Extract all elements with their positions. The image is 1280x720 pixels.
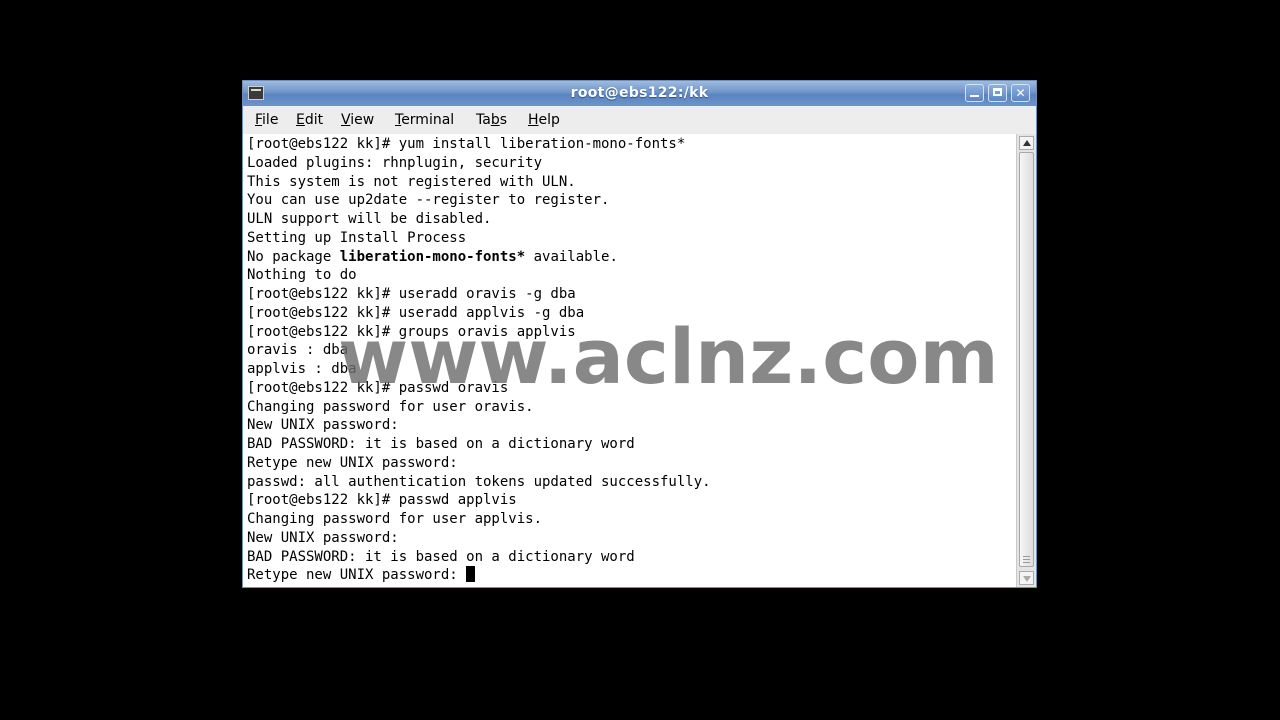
arrow-up-icon — [1023, 140, 1031, 146]
terminal-line: [root@ebs122 kk]# useradd applvis -g dba — [247, 304, 585, 321]
menu-edit[interactable]: Edit — [296, 112, 323, 128]
terminal-line: New UNIX password: — [247, 417, 399, 434]
title-bar[interactable]: root@ebs122:/kk ✕ — [243, 81, 1036, 106]
terminal-line: Loaded plugins: rhnplugin, security — [247, 154, 543, 171]
terminal-line: No package liberation-mono-fonts* availa… — [247, 248, 618, 265]
grip-line — [1023, 556, 1030, 557]
bold-package-name: liberation-mono-fonts* — [339, 248, 526, 265]
maximize-icon — [993, 88, 1002, 96]
maximize-button[interactable] — [988, 84, 1007, 102]
menu-file[interactable]: File — [255, 112, 278, 128]
window-title: root@ebs122:/kk — [570, 85, 709, 101]
scroll-thumb[interactable] — [1019, 152, 1034, 567]
grip-line — [1023, 559, 1030, 560]
vertical-scrollbar[interactable] — [1016, 134, 1036, 587]
terminal-line: Setting up Install Process — [247, 229, 467, 246]
terminal-window: root@ebs122:/kk ✕ File Edit View Terminal Ta… — [242, 80, 1037, 588]
terminal-line: [root@ebs122 kk]# useradd oravis -g dba — [247, 286, 576, 302]
terminal-line: oravis : dba — [247, 342, 349, 359]
close-button[interactable]: ✕ — [1011, 84, 1030, 102]
menu-help[interactable]: Help — [528, 112, 560, 128]
terminal-line: applvis : dba — [247, 361, 357, 377]
text-cursor — [466, 566, 476, 583]
terminal-line: [root@ebs122 kk]# passwd oravis — [247, 379, 509, 396]
terminal-line: New UNIX password: — [247, 529, 399, 546]
terminal-line: Changing password for user oravis. — [247, 398, 534, 415]
grip-line — [1023, 562, 1030, 563]
minimize-button[interactable] — [965, 84, 984, 102]
terminal-output[interactable]: [root@ebs122 kk]# yum install liberation… — [243, 134, 1016, 587]
scroll-down-button[interactable] — [1019, 571, 1034, 585]
terminal-line: [root@ebs122 kk]# groups oravis applvis — [247, 323, 576, 340]
terminal-line: ULN support will be disabled. — [247, 211, 492, 227]
menu-terminal[interactable]: Terminal — [395, 112, 454, 128]
menu-bar: File Edit View Terminal Tabs Help — [243, 106, 1036, 134]
terminal-line: [root@ebs122 kk]# yum install liberation… — [247, 136, 686, 152]
terminal-line: BAD PASSWORD: it is based on a dictionar… — [247, 436, 635, 452]
minimize-icon — [970, 95, 979, 97]
terminal-line: Nothing to do — [247, 267, 357, 284]
terminal-line: This system is not registered with ULN. — [247, 173, 576, 190]
terminal-line: Retype new UNIX password: — [247, 454, 458, 471]
terminal-line: [root@ebs122 kk]# passwd applvis — [247, 492, 517, 509]
terminal-line: Retype new UNIX password: — [247, 566, 476, 585]
terminal-line: Changing password for user applvis. — [247, 511, 543, 527]
close-icon: ✕ — [1015, 86, 1026, 100]
menu-tabs[interactable]: Tabs — [476, 112, 507, 128]
arrow-down-icon — [1023, 576, 1031, 582]
terminal-line: passwd: all authentication tokens update… — [247, 473, 711, 490]
menu-view[interactable]: View — [341, 112, 374, 128]
terminal-line: You can use up2date --register to regist… — [247, 192, 610, 209]
terminal-line: BAD PASSWORD: it is based on a dictionar… — [247, 548, 635, 565]
scroll-up-button[interactable] — [1019, 136, 1034, 150]
